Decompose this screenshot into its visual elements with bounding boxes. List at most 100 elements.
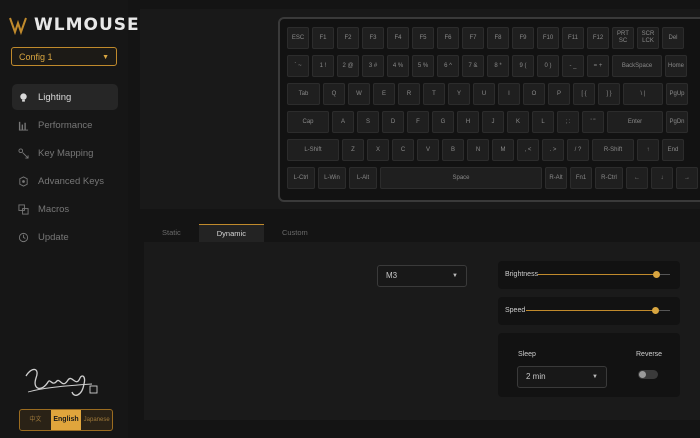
keyboard-key[interactable]: End [662,139,684,161]
language-option-english[interactable]: English [50,410,82,430]
keyboard-key[interactable]: \ | [623,83,663,105]
keyboard-key[interactable]: F8 [487,27,509,49]
effect-select[interactable]: M3 ▼ [377,265,467,287]
keyboard-key[interactable]: / ? [567,139,589,161]
keyboard-key[interactable]: ] } [598,83,620,105]
keyboard-key[interactable]: ' " [582,111,604,133]
keyboard-key[interactable]: F10 [537,27,559,49]
keyboard-key[interactable]: F11 [562,27,584,49]
keyboard-key[interactable]: F6 [437,27,459,49]
sidebar-item-advanced-keys[interactable]: Advanced Keys [12,168,118,194]
sidebar-item-update[interactable]: Update [12,224,118,250]
keyboard-key[interactable]: L-Shift [287,139,339,161]
keyboard-key[interactable]: BackSpace [612,55,662,77]
keyboard-key[interactable]: 2 @ [337,55,359,77]
keyboard-key[interactable]: L-Alt [349,167,377,189]
sidebar-item-lighting[interactable]: Lighting [12,84,118,110]
keyboard-key[interactable]: PgUp [666,83,688,105]
keyboard-key[interactable]: I [498,83,520,105]
keyboard-key[interactable]: G [432,111,454,133]
keyboard-key[interactable]: R [398,83,420,105]
keyboard-key[interactable]: → [676,167,698,189]
keyboard-key[interactable]: M [492,139,514,161]
keyboard-key[interactable]: Fn1 [570,167,592,189]
reverse-toggle[interactable] [638,370,658,379]
keyboard-key[interactable]: V [417,139,439,161]
keyboard-key[interactable]: Del [662,27,684,49]
keyboard-key[interactable]: SCR LCK [637,27,659,49]
keyboard-key[interactable]: 9 ( [512,55,534,77]
keyboard-key[interactable]: A [332,111,354,133]
keyboard-key[interactable]: B [442,139,464,161]
keyboard-key[interactable]: 6 ^ [437,55,459,77]
keyboard-key[interactable]: L-Ctrl [287,167,315,189]
keyboard-key[interactable]: F5 [412,27,434,49]
keyboard-key[interactable]: 7 & [462,55,484,77]
keyboard-key[interactable]: Z [342,139,364,161]
keyboard-key[interactable]: 0 ) [537,55,559,77]
sidebar-item-macros[interactable]: Macros [12,196,118,222]
keyboard-key[interactable]: Home [665,55,687,77]
keyboard-key[interactable]: 1 ! [312,55,334,77]
keyboard-key[interactable]: N [467,139,489,161]
keyboard-key[interactable]: 8 * [487,55,509,77]
keyboard-key[interactable]: . > [542,139,564,161]
tab-dynamic[interactable]: Dynamic [198,224,264,242]
keyboard-key[interactable]: W [348,83,370,105]
keyboard-key[interactable]: ← [626,167,648,189]
speed-slider-handle[interactable] [652,307,660,314]
keyboard-key[interactable]: Enter [607,111,663,133]
keyboard-key[interactable]: Q [323,83,345,105]
keyboard-key[interactable]: , < [517,139,539,161]
keyboard-key[interactable]: PRT SC [612,27,634,49]
sleep-select[interactable]: 2 min ▼ [517,366,607,388]
keyboard-key[interactable]: Y [448,83,470,105]
keyboard-key[interactable]: U [473,83,495,105]
keyboard-key[interactable]: L [532,111,554,133]
keyboard-key[interactable]: F2 [337,27,359,49]
keyboard-key[interactable]: R-Ctrl [595,167,623,189]
keyboard-key[interactable]: R-Alt [545,167,567,189]
sidebar-item-performance[interactable]: Performance [12,112,118,138]
keyboard-key[interactable]: [ { [573,83,595,105]
keyboard-key[interactable]: C [392,139,414,161]
keyboard-key[interactable]: P [548,83,570,105]
keyboard-key[interactable]: F9 [512,27,534,49]
keyboard-key[interactable]: 4 % [387,55,409,77]
keyboard-key[interactable]: F [407,111,429,133]
keyboard-key[interactable]: F4 [387,27,409,49]
keyboard-key[interactable]: = + [587,55,609,77]
keyboard-key[interactable]: H [457,111,479,133]
keyboard-key[interactable]: ESC [287,27,309,49]
keyboard-key[interactable]: T [423,83,445,105]
sidebar-item-key-mapping[interactable]: Key Mapping [12,140,118,166]
keyboard-key[interactable]: D [382,111,404,133]
language-option-japanese[interactable]: Japanese [81,410,112,430]
keyboard-key[interactable]: S [357,111,379,133]
keyboard-key[interactable]: E [373,83,395,105]
brightness-slider-handle[interactable] [653,271,661,278]
keyboard-key[interactable]: - _ [562,55,584,77]
keyboard-key[interactable]: F1 [312,27,334,49]
keyboard-key[interactable]: Space [380,167,542,189]
keyboard-key[interactable]: ; : [557,111,579,133]
keyboard-key[interactable]: F12 [587,27,609,49]
language-option-chinese[interactable]: 中文 [20,410,51,430]
keyboard-key[interactable]: O [523,83,545,105]
keyboard-key[interactable]: 5 % [412,55,434,77]
keyboard-key[interactable]: F7 [462,27,484,49]
keyboard-key[interactable]: ` ~ [287,55,309,77]
keyboard-key[interactable]: R-Shift [592,139,634,161]
keyboard-key[interactable]: L-Win [318,167,346,189]
keyboard-key[interactable]: Tab [287,83,320,105]
keyboard-key[interactable]: 3 # [362,55,384,77]
keyboard-key[interactable]: X [367,139,389,161]
tab-static[interactable]: Static [144,224,199,242]
keyboard-key[interactable]: J [482,111,504,133]
keyboard-key[interactable]: Cap [287,111,329,133]
keyboard-key[interactable]: PgDn [666,111,688,133]
config-select[interactable]: Config 1 ▼ [11,47,117,66]
tab-custom[interactable]: Custom [264,224,326,242]
keyboard-key[interactable]: F3 [362,27,384,49]
keyboard-key[interactable]: ↓ [651,167,673,189]
